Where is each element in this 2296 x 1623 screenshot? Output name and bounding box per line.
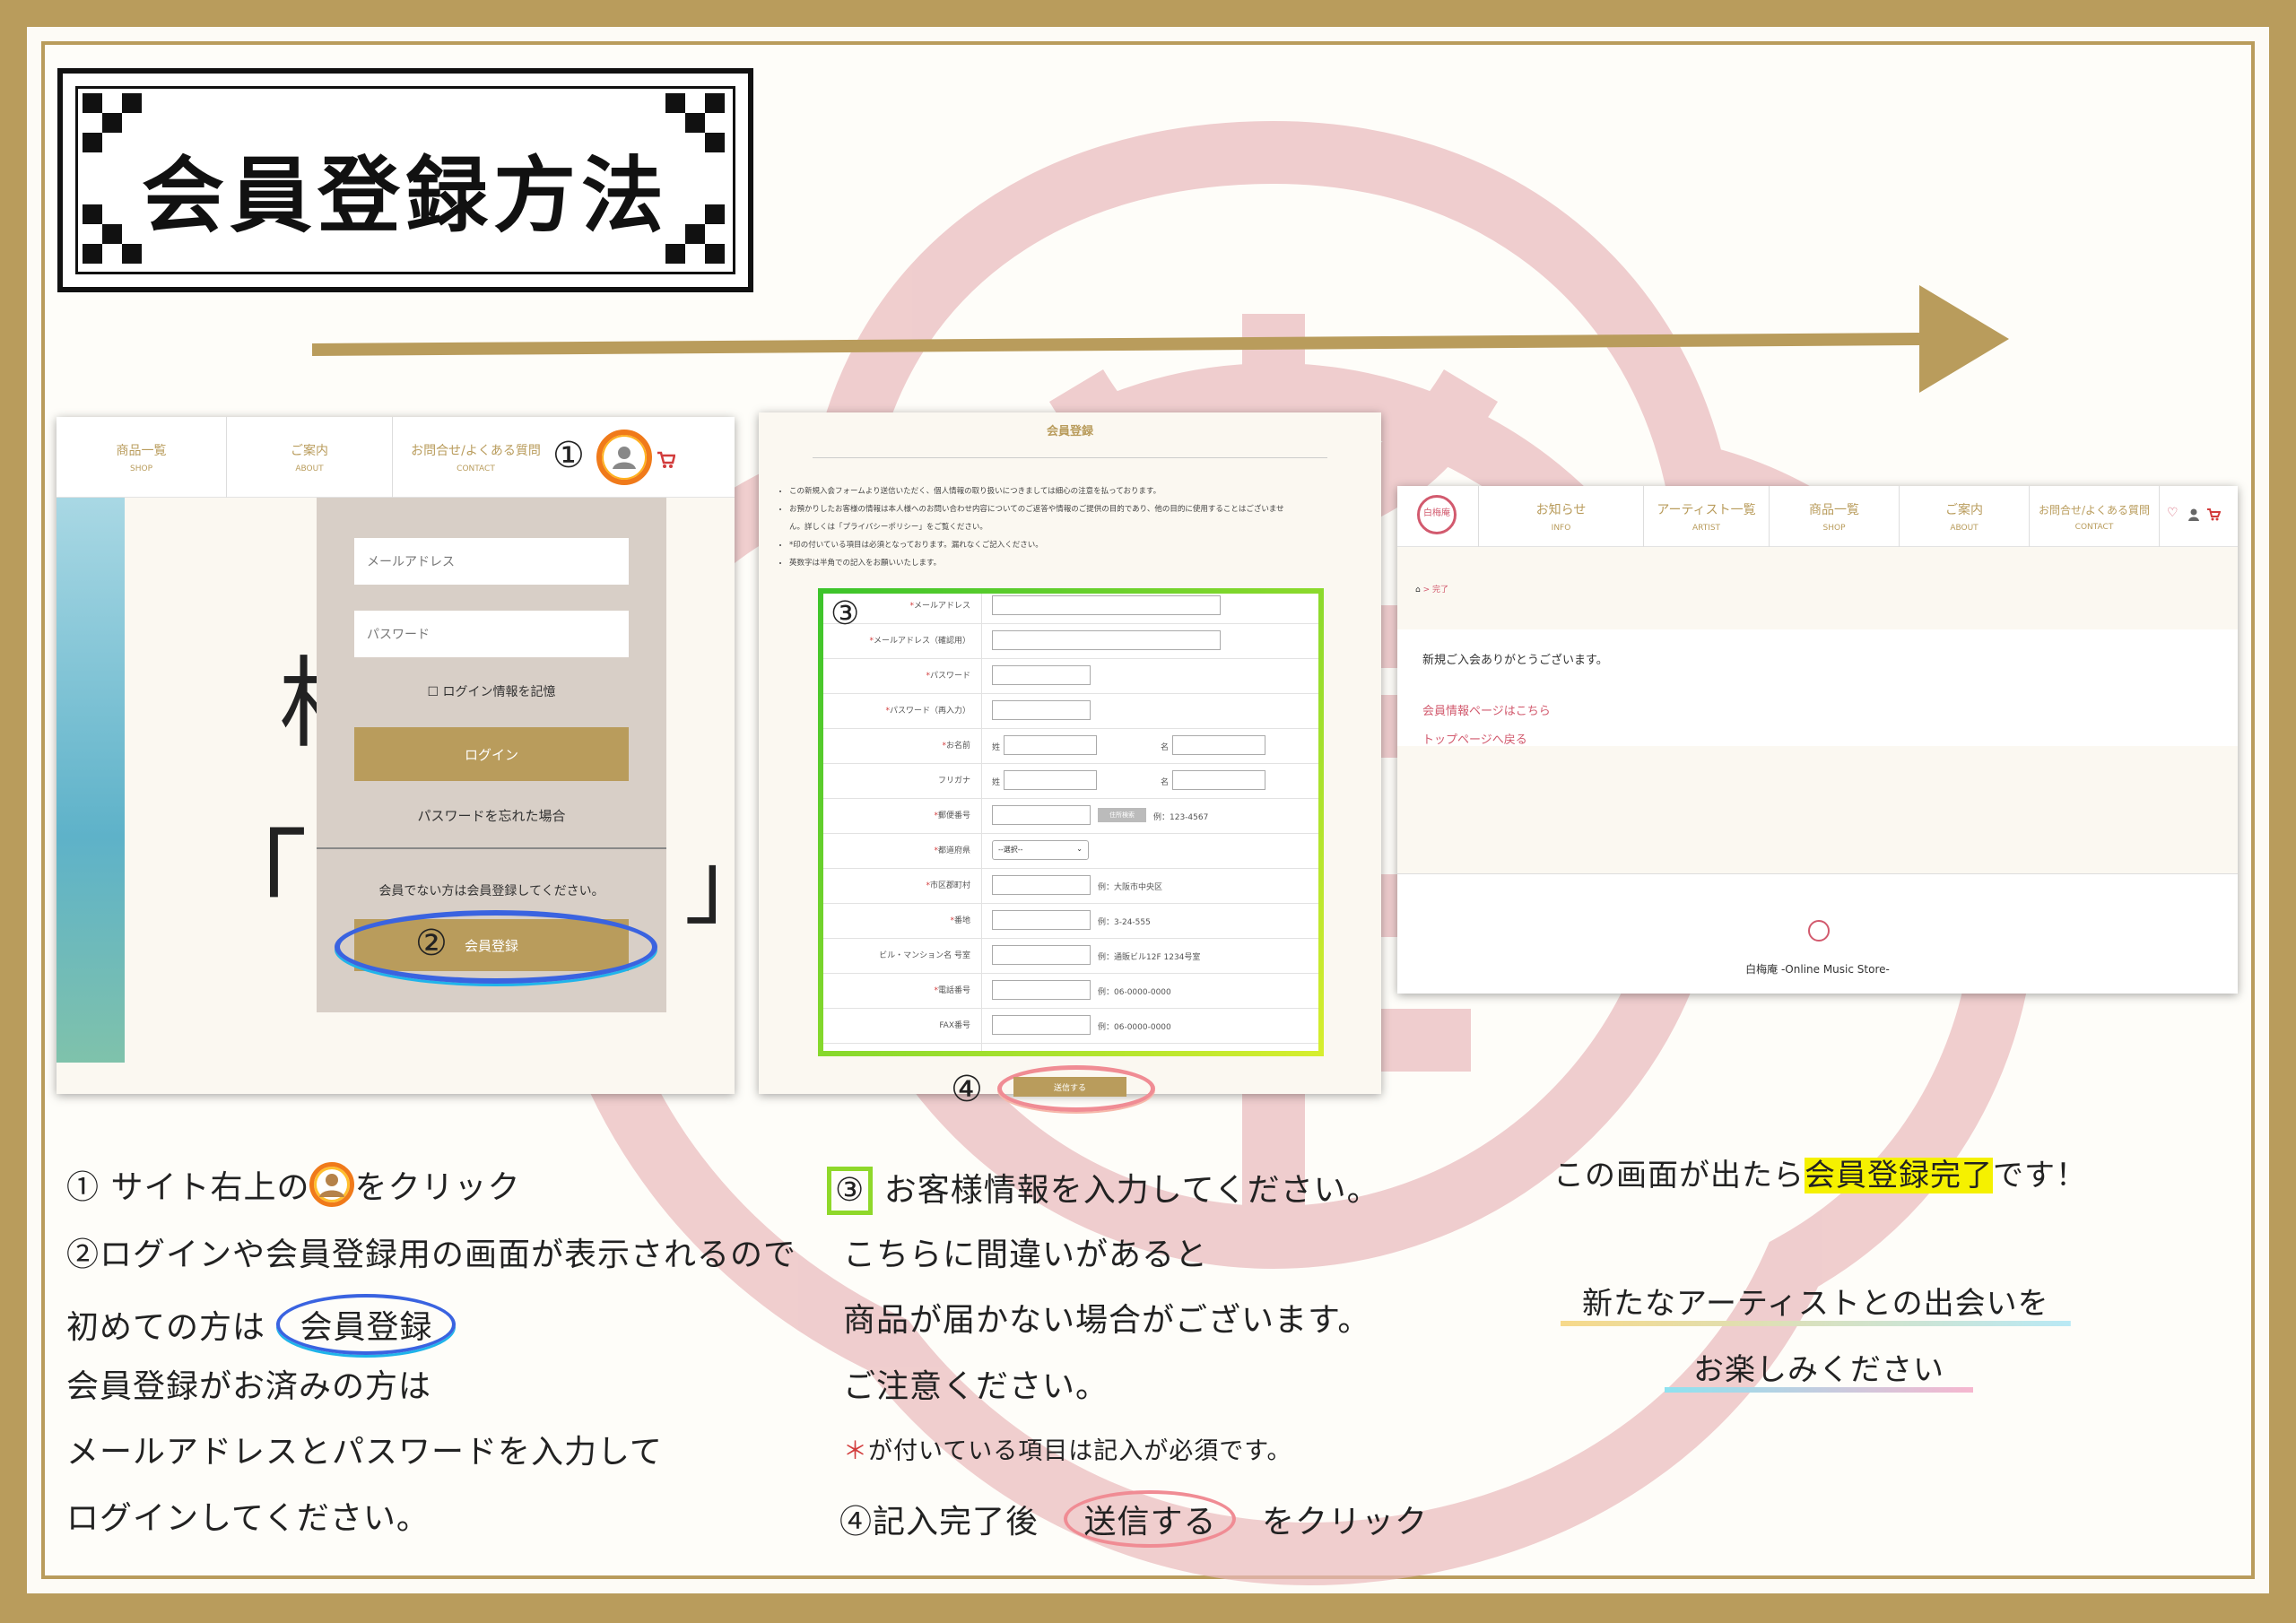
register-highlight-ring xyxy=(335,910,657,984)
heading-rule xyxy=(813,457,1327,458)
login-button[interactable]: ログイン xyxy=(354,727,629,781)
nav-item-contact[interactable]: お問合せ/よくある質問 CONTACT xyxy=(2030,486,2160,547)
password-field[interactable]: パスワード xyxy=(354,611,629,657)
caption-middle-line1: ③ お客様情報を入力してください。 xyxy=(827,1164,1380,1215)
site-logo[interactable]: 白梅庵 xyxy=(1417,495,1457,534)
nav-item-info[interactable]: お知らせ INFO xyxy=(1478,486,1644,547)
back-to-top-link[interactable]: トップページへ戻る xyxy=(1422,730,1527,747)
user-icon[interactable] xyxy=(2187,508,2201,522)
nav-item-shop[interactable]: 商品一覧 SHOP xyxy=(1770,486,1900,547)
cart-icon[interactable] xyxy=(2206,508,2221,522)
form-notes: この新規入会フォームより送信いただく、個人情報の取り扱いにつきましては細心の注意… xyxy=(778,482,1370,572)
thanks-message: 新規ご入会ありがとうございます。 xyxy=(1422,654,1608,667)
hero-image-strip xyxy=(57,498,125,1063)
login-screenshot: 商品一覧SHOP ご案内ABOUT お問合せ/よくある質問CONTACT ① 相… xyxy=(57,417,735,1094)
user-icon xyxy=(309,1162,355,1207)
site-header: 白梅庵 お知らせ INFO アーティスト一覧 ARTIST 商品一覧 SHOP ご案内… xyxy=(1397,486,2238,547)
breadcrumb: ⌂ > 完了 xyxy=(1415,586,1448,595)
caption-right-line2: 新たなアーティストとの出会いを xyxy=(1561,1279,2071,1326)
forgot-password-link[interactable]: パスワードを忘れた場合 xyxy=(317,806,666,825)
registration-form-screenshot: 会員登録 この新規入会フォームより送信いただく、個人情報の取り扱いにつきましては… xyxy=(759,412,1381,1094)
email-field[interactable]: メールアドレス xyxy=(354,538,629,585)
step-marker-4: ④ xyxy=(951,1069,983,1110)
caption-middle-line6: ④記入完了後 送信する をクリック xyxy=(839,1490,1428,1548)
footer-logo-icon xyxy=(1808,920,1830,942)
form-highlight-box xyxy=(818,588,1324,1056)
caption-left-line4: 会員登録がお済みの方は xyxy=(66,1368,432,1405)
user-icon xyxy=(613,447,636,469)
nav-item-about[interactable]: ご案内 ABOUT xyxy=(227,417,393,498)
nav-item-about[interactable]: ご案内 ABOUT xyxy=(1900,486,2030,547)
hero-text: 」 xyxy=(684,812,735,942)
remember-checkbox[interactable]: ☐ ログイン情報を記憶 xyxy=(317,682,666,700)
site-header: 商品一覧 SHOP ご案内 ABOUT お問合せ/よくある質問 CONTACT ① xyxy=(57,417,735,498)
caption-left-line3: 初めての方は 会員登録 xyxy=(66,1294,457,1355)
nav-item-shop[interactable]: 商品一覧 SHOP xyxy=(57,417,227,498)
cart-icon[interactable] xyxy=(656,449,675,469)
divider xyxy=(317,847,666,849)
caption-middle-line3: 商品が届かない場合がございます。 xyxy=(843,1302,1371,1339)
login-dropdown: メールアドレス パスワード ☐ ログイン情報を記憶 ログイン パスワードを忘れた… xyxy=(317,498,666,1012)
step-marker-1: ① xyxy=(552,435,585,476)
caption-left-line6: ログインしてください。 xyxy=(66,1500,430,1537)
nav-item-artist[interactable]: アーティスト一覧 ARTIST xyxy=(1644,486,1770,547)
completion-screenshot: 白梅庵 お知らせ INFO アーティスト一覧 ARTIST 商品一覧 SHOP ご案内… xyxy=(1397,486,2238,994)
caption-left-line5: メールアドレスとパスワードを入力して xyxy=(66,1434,663,1471)
form-heading: 会員登録 xyxy=(1046,425,1093,438)
caption-middle-line2: こちらに間違いがあると xyxy=(843,1237,1209,1273)
user-icon-button[interactable] xyxy=(596,430,652,485)
flow-arrow xyxy=(311,285,2009,393)
caption-left-line2: ②ログインや会員登録用の画面が表示されるので xyxy=(66,1237,797,1273)
register-keyword: 会員登録 xyxy=(276,1294,457,1355)
member-page-link[interactable]: 会員情報ページはこちら xyxy=(1422,701,1551,718)
content-panel xyxy=(1397,629,2238,746)
footer-store-name: 白梅庵 -Online Music Store- xyxy=(1745,963,1890,976)
complete-highlight: 会員登録完了 xyxy=(1805,1158,1993,1193)
non-member-text: 会員でない方は会員登録してください。 xyxy=(378,884,604,898)
nav-item-contact[interactable]: お問合せ/よくある質問 CONTACT xyxy=(393,417,559,498)
caption-middle-line4: ご注意ください。 xyxy=(843,1368,1109,1405)
page-title: 会員登録方法 xyxy=(141,147,669,244)
step3-marker: ③ xyxy=(827,1167,874,1215)
title-box: 会員登録方法 xyxy=(57,68,753,292)
step-marker-2: ② xyxy=(415,923,448,964)
caption-right-line3: お楽しみください xyxy=(1665,1345,1973,1393)
heart-icon[interactable]: ♡ xyxy=(2167,506,2179,520)
caption-middle-line5: ＊が付いている項目は記入が必須です。 xyxy=(843,1437,1292,1465)
submit-keyword: 送信する xyxy=(1064,1490,1237,1548)
caption-right-line1: この画面が出たら会員登録完了です！ xyxy=(1553,1158,2087,1193)
step-marker-3: ③ xyxy=(831,595,860,632)
home-icon[interactable]: ⌂ xyxy=(1415,586,1421,595)
caption-left-line1: ① サイト右上の をクリック xyxy=(66,1161,521,1208)
submit-button[interactable]: 送信する xyxy=(1013,1077,1126,1097)
